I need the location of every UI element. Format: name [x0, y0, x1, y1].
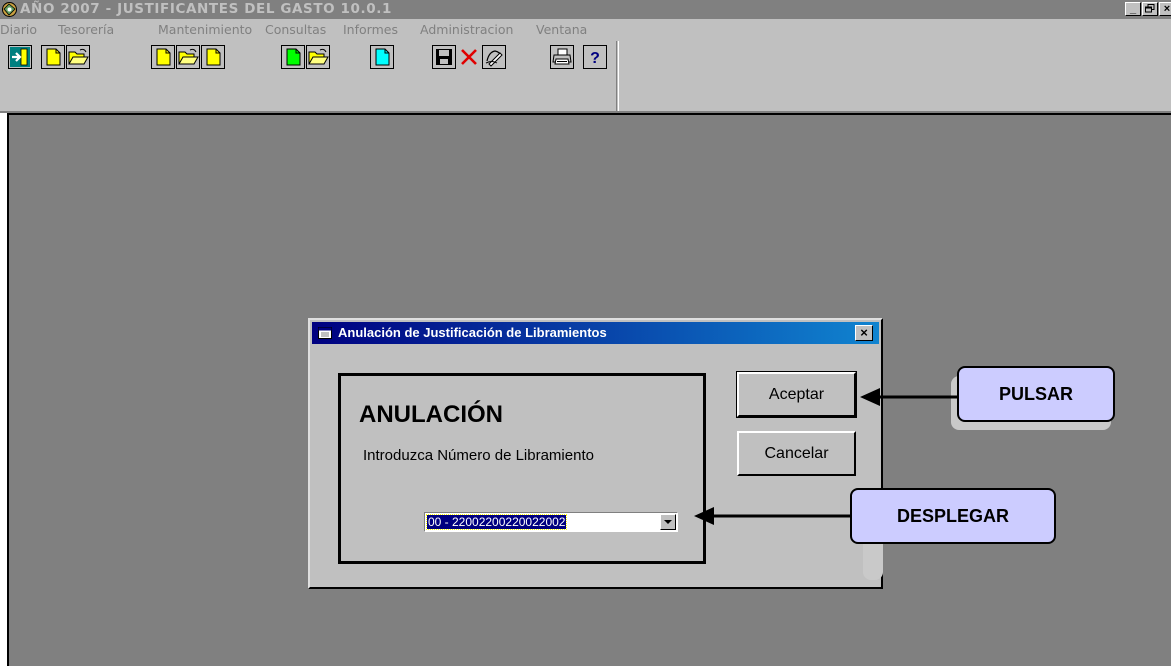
pulsar-arrowhead: [860, 388, 880, 406]
desplegar-arrowhead: [694, 507, 714, 525]
callout-arrows: [694, 388, 957, 525]
